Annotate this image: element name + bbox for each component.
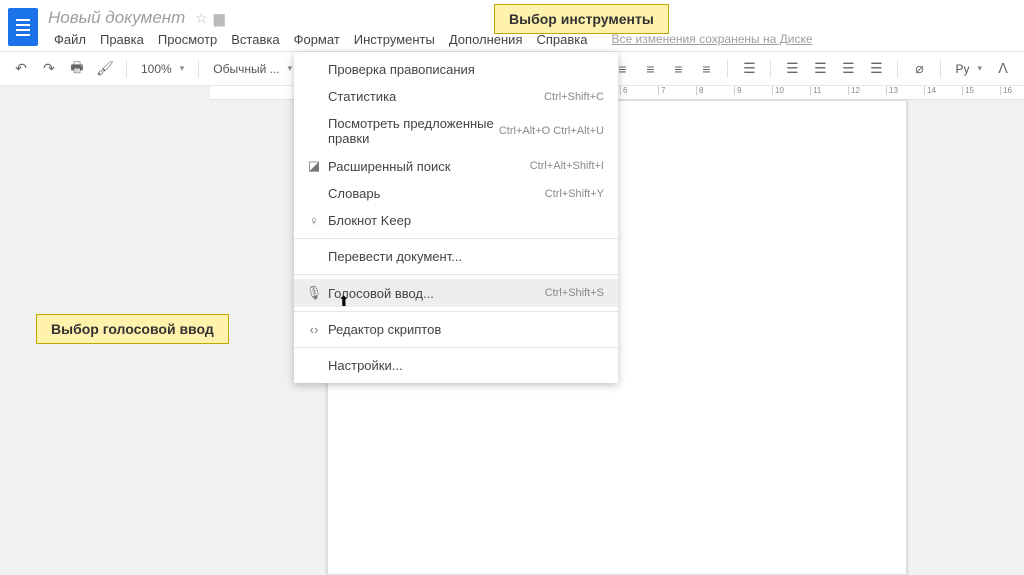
shortcut: Ctrl+Alt+O Ctrl+Alt+U — [499, 125, 604, 137]
indent-increase-icon[interactable]: ☰ — [865, 58, 887, 80]
chevron-up-icon[interactable]: ᐱ — [992, 58, 1014, 80]
star-icon[interactable]: ☆ — [195, 10, 208, 27]
clear-format-icon[interactable]: ⌀ — [908, 58, 930, 80]
print-icon[interactable]: 🖶 — [66, 58, 88, 80]
menu-translate-label: Перевести документ... — [324, 249, 604, 264]
menu-statistics-label: Статистика — [324, 89, 544, 104]
separator — [294, 238, 618, 239]
align-center-icon[interactable]: ≡ — [639, 58, 661, 80]
align-right-icon[interactable]: ≡ — [667, 58, 689, 80]
menu-keep[interactable]: ♀ Блокнот Keep — [294, 207, 618, 234]
redo-icon[interactable]: ↷ — [38, 58, 60, 80]
align-justify-icon[interactable]: ≡ — [695, 58, 717, 80]
separator — [294, 311, 618, 312]
title-actions: ☆ ▆ — [195, 10, 224, 27]
microphone-icon: 🎙 — [304, 285, 324, 301]
menu-statistics[interactable]: Статистика Ctrl+Shift+C — [294, 83, 618, 110]
menu-keep-label: Блокнот Keep — [324, 213, 604, 228]
indent-decrease-icon[interactable]: ☰ — [837, 58, 859, 80]
menu-script-label: Редактор скриптов — [324, 322, 604, 337]
shortcut: Ctrl+Shift+S — [545, 287, 604, 299]
shortcut: Ctrl+Shift+C — [544, 91, 604, 103]
menu-settings[interactable]: Настройки... — [294, 352, 618, 379]
zoom-select[interactable]: 100% — [137, 62, 188, 76]
menu-insert[interactable]: Вставка — [225, 30, 285, 49]
menu-search-label: Расширенный поиск — [324, 159, 530, 174]
input-tools-select[interactable]: Py — [951, 62, 986, 76]
code-icon: ‹› — [304, 322, 324, 337]
callout-top: Выбор инструменты — [494, 4, 669, 34]
menu-file[interactable]: Файл — [48, 30, 92, 49]
tools-dropdown: Проверка правописания Статистика Ctrl+Sh… — [294, 52, 618, 383]
menu-voice-typing[interactable]: 🎙 Голосовой ввод... Ctrl+Shift+S ⬆ — [294, 279, 618, 307]
docs-logo-icon[interactable] — [8, 8, 38, 46]
menu-script-editor[interactable]: ‹› Редактор скриптов — [294, 316, 618, 343]
callout-left: Выбор голосовой ввод — [36, 314, 229, 344]
menu-spellcheck[interactable]: Проверка правописания — [294, 56, 618, 83]
menu-settings-label: Настройки... — [324, 358, 604, 373]
menu-view[interactable]: Просмотр — [152, 30, 223, 49]
menu-dictionary[interactable]: Словарь Ctrl+Shift+Y — [294, 180, 618, 207]
line-spacing-icon[interactable]: ☰ — [738, 58, 760, 80]
app-root: Новый документ ☆ ▆ Файл Правка Просмотр … — [0, 0, 1024, 575]
style-select[interactable]: Обычный ... — [209, 62, 296, 76]
menu-tools[interactable]: Инструменты — [348, 30, 441, 49]
undo-icon[interactable]: ↶ — [10, 58, 32, 80]
separator — [294, 274, 618, 275]
shortcut: Ctrl+Shift+Y — [545, 188, 604, 200]
menu-format[interactable]: Формат — [288, 30, 346, 49]
menu-suggested-edits[interactable]: Посмотреть предложенные правки Ctrl+Alt+… — [294, 110, 618, 152]
menu-spellcheck-label: Проверка правописания — [324, 62, 604, 77]
menu-dict-label: Словарь — [324, 186, 545, 201]
lightbulb-icon: ♀ — [304, 213, 324, 228]
separator — [294, 347, 618, 348]
menu-translate[interactable]: Перевести документ... — [294, 243, 618, 270]
menu-voice-label: Голосовой ввод... — [324, 286, 545, 301]
numbered-list-icon[interactable]: ☰ — [781, 58, 803, 80]
menu-suggested-label: Посмотреть предложенные правки — [324, 116, 499, 146]
folder-icon[interactable]: ▆ — [214, 10, 225, 27]
document-title[interactable]: Новый документ — [48, 8, 185, 28]
search-icon: ◪ — [304, 158, 324, 174]
paint-format-icon[interactable]: 🖌 — [94, 58, 116, 80]
bullet-list-icon[interactable]: ☰ — [809, 58, 831, 80]
menu-advanced-search[interactable]: ◪ Расширенный поиск Ctrl+Alt+Shift+I — [294, 152, 618, 180]
shortcut: Ctrl+Alt+Shift+I — [530, 160, 604, 172]
menu-edit[interactable]: Правка — [94, 30, 150, 49]
